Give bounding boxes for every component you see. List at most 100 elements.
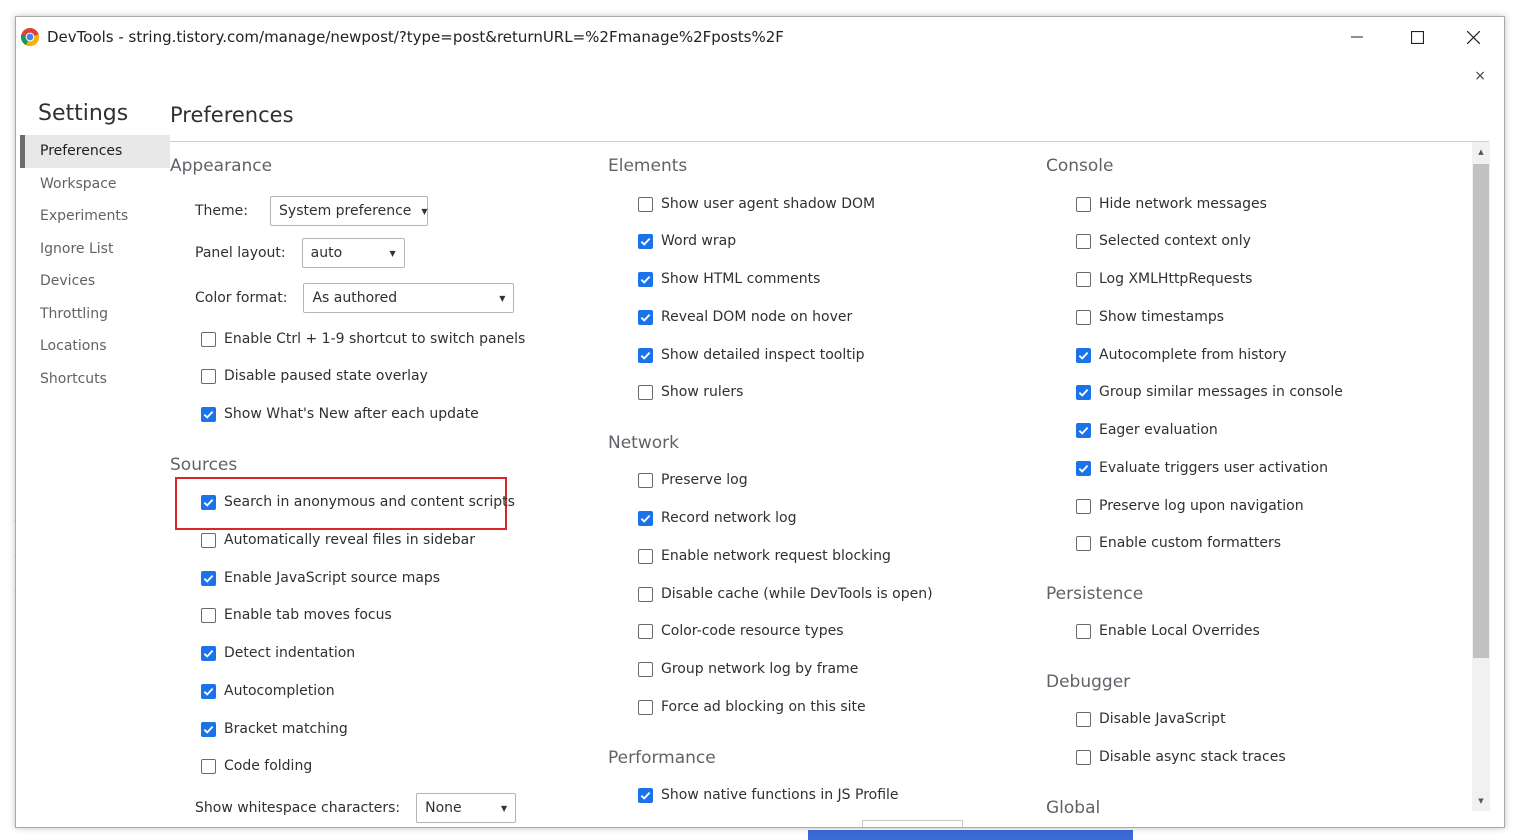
checkbox-row[interactable]: Group similar messages in console [1076,381,1343,403]
nav-item-shortcuts[interactable]: Shortcuts [20,363,170,396]
checkbox-row[interactable]: Show user agent shadow DOM [638,193,875,215]
checkbox-row[interactable]: Group network log by frame [638,658,858,680]
checkbox[interactable] [201,721,216,737]
checkbox[interactable] [201,607,216,623]
checkbox-row[interactable]: Enable custom formatters [1076,532,1281,554]
checkbox[interactable] [201,683,216,699]
checkbox-row[interactable]: Record network log [638,507,796,529]
checkbox[interactable] [638,271,653,287]
checkbox[interactable] [638,347,653,363]
window-close-button[interactable] [1444,17,1502,57]
checkbox-row[interactable]: Enable Local Overrides [1076,620,1260,642]
whitespace-select[interactable]: None ▼ [416,793,517,823]
checkbox[interactable] [1076,196,1091,212]
checkbox-label: Eager evaluation [1099,422,1218,438]
partial-select[interactable] [862,820,963,827]
nav-item-devices[interactable]: Devices [20,265,170,298]
checkbox-row[interactable]: Disable paused state overlay [201,365,428,387]
scroll-thumb[interactable] [1473,164,1489,658]
checkbox[interactable] [1076,460,1091,476]
checkbox[interactable] [1076,347,1091,363]
checkbox[interactable] [1076,498,1091,514]
checkbox-row[interactable]: Preserve log [638,469,748,491]
theme-select-value: System preference [279,203,412,219]
checkbox[interactable] [638,787,653,803]
checkbox-row[interactable]: Search in anonymous and content scripts [201,491,515,513]
nav-item-ignore-list[interactable]: Ignore List [20,233,170,266]
checkbox[interactable] [1076,233,1091,249]
checkbox[interactable] [638,510,653,526]
checkbox[interactable] [638,472,653,488]
checkbox-row[interactable]: Reveal DOM node on hover [638,306,852,328]
color-format-select[interactable]: As authored ▼ [303,283,515,313]
checkbox[interactable] [1076,384,1091,400]
checkbox-row[interactable]: Log XMLHttpRequests [1076,268,1252,290]
checkbox[interactable] [1076,623,1091,639]
checkbox-row[interactable]: Word wrap [638,230,736,252]
checkbox-row[interactable]: Autocomplete from history [1076,344,1287,366]
checkbox[interactable] [201,368,216,384]
theme-select[interactable]: System preference ▼ [270,196,429,226]
checkbox[interactable] [201,645,216,661]
checkbox[interactable] [201,494,216,510]
checkbox[interactable] [638,661,653,677]
checkbox[interactable] [201,406,216,422]
checkbox[interactable] [1076,535,1091,551]
checkbox[interactable] [638,384,653,400]
checkbox-row[interactable]: Show HTML comments [638,268,820,290]
checkbox-row[interactable]: Force ad blocking on this site [638,696,866,718]
checkbox-row[interactable]: Enable tab moves focus [201,604,392,626]
checkbox[interactable] [201,532,216,548]
checkbox-row[interactable]: Enable Ctrl + 1-9 shortcut to switch pan… [201,328,525,350]
checkbox-row[interactable]: Disable async stack traces [1076,746,1286,768]
nav-item-locations[interactable]: Locations [20,330,170,363]
checkbox-row[interactable]: Show timestamps [1076,306,1224,328]
checkbox[interactable] [1076,711,1091,727]
checkbox[interactable] [638,548,653,564]
checkbox-row[interactable]: Disable JavaScript [1076,708,1226,730]
minimize-button[interactable] [1328,17,1386,57]
checkbox-row[interactable]: Autocompletion [201,680,335,702]
dialog-close-button[interactable]: × [1474,69,1486,83]
checkbox[interactable] [638,586,653,602]
checkbox[interactable] [638,623,653,639]
checkbox-row[interactable]: Code folding [201,755,312,777]
checkbox-row[interactable]: Show rulers [638,381,743,403]
scrollbar[interactable]: ▲ ▼ [1472,142,1490,811]
checkbox[interactable] [638,233,653,249]
checkbox[interactable] [1076,309,1091,325]
nav-item-experiments[interactable]: Experiments [20,200,170,233]
checkbox[interactable] [201,331,216,347]
checkbox[interactable] [1076,271,1091,287]
nav-item-preferences[interactable]: Preferences [20,135,170,168]
checkbox-row[interactable]: Enable network request blocking [638,545,891,567]
nav-item-workspace[interactable]: Workspace [20,168,170,201]
checkbox-row[interactable]: Preserve log upon navigation [1076,495,1304,517]
checkbox-row[interactable]: Hide network messages [1076,193,1267,215]
scroll-up-icon[interactable]: ▲ [1472,144,1490,160]
checkbox[interactable] [1076,422,1091,438]
maximize-button[interactable] [1388,17,1446,57]
checkbox[interactable] [1076,749,1091,765]
checkbox-row[interactable]: Evaluate triggers user activation [1076,457,1328,479]
nav-item-throttling[interactable]: Throttling [20,298,170,331]
checkbox[interactable] [201,570,216,586]
checkbox-row[interactable]: Detect indentation [201,642,355,664]
checkbox-row[interactable]: Automatically reveal files in sidebar [201,529,475,551]
checkbox[interactable] [638,309,653,325]
checkbox[interactable] [201,758,216,774]
title-bar[interactable]: DevTools - string.tistory.com/manage/new… [16,17,1504,57]
checkbox-row[interactable]: Color-code resource types [638,620,844,642]
checkbox-row[interactable]: Show What's New after each update [201,403,479,425]
scroll-down-icon[interactable]: ▼ [1472,793,1490,809]
checkbox-row[interactable]: Bracket matching [201,718,348,740]
checkbox-row[interactable]: Selected context only [1076,230,1251,252]
checkbox-row[interactable]: Show native functions in JS Profile [638,784,899,806]
panel-layout-select[interactable]: auto ▼ [301,238,405,268]
checkbox[interactable] [638,196,653,212]
checkbox-row[interactable]: Enable JavaScript source maps [201,567,440,589]
checkbox-row[interactable]: Disable cache (while DevTools is open) [638,583,933,605]
checkbox[interactable] [638,699,653,715]
checkbox-row[interactable]: Eager evaluation [1076,419,1218,441]
checkbox-row[interactable]: Show detailed inspect tooltip [638,344,865,366]
